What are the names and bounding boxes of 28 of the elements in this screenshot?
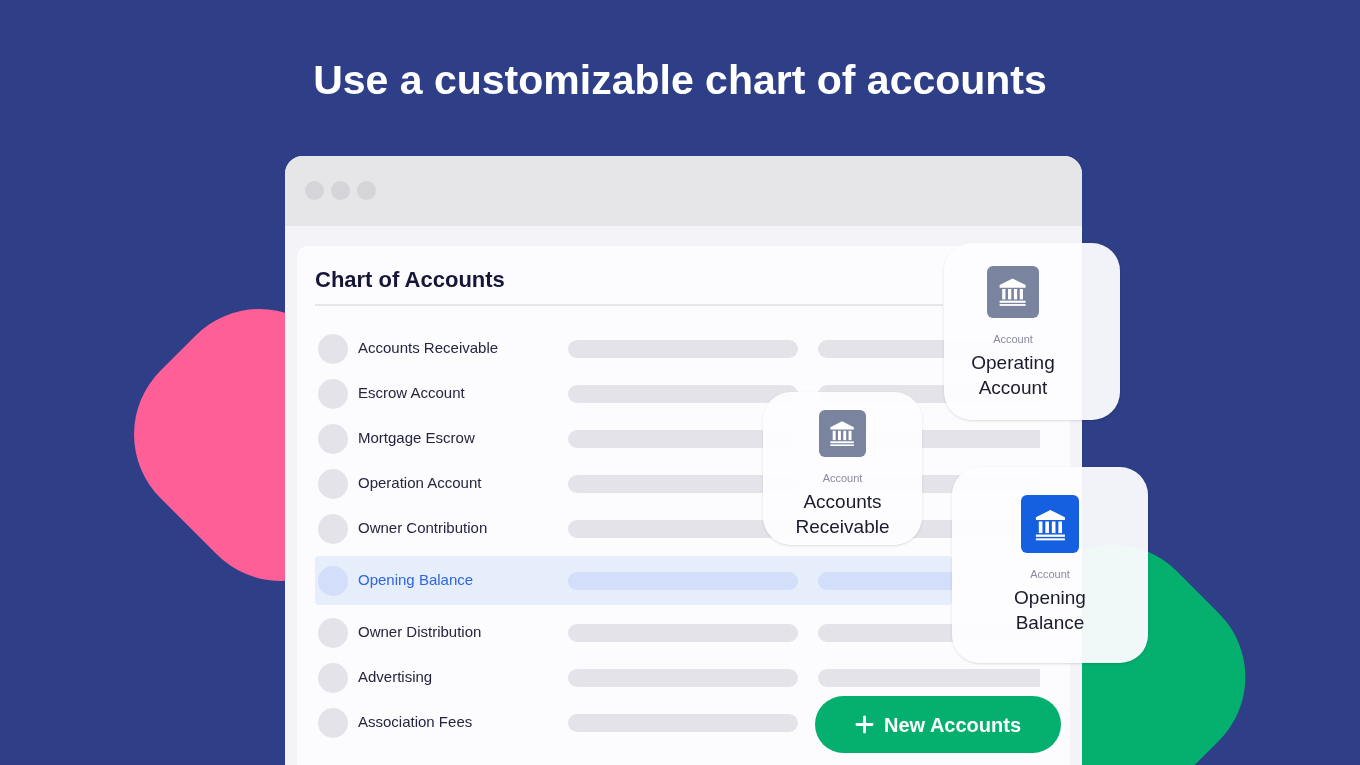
selected-row-highlight[interactable]: Opening Balance	[315, 556, 952, 605]
card-title: Opening Balance	[1013, 586, 1087, 635]
card-caption: Account	[993, 334, 1033, 345]
row-avatar	[318, 423, 348, 454]
account-name: Escrow Account	[358, 383, 466, 404]
account-name: Association Fees	[358, 712, 474, 733]
row-avatar	[318, 513, 348, 544]
account-name: Accounts Receivable	[358, 338, 500, 359]
account-name: Advertising	[358, 667, 434, 688]
card-title: Accounts Receivable	[794, 490, 891, 539]
card-caption: Account	[822, 473, 863, 484]
row-avatar	[318, 617, 348, 648]
row-avatar	[318, 707, 348, 738]
row-avatar	[318, 378, 348, 409]
card-title: Chart of Accounts	[315, 266, 506, 294]
card-caption: Account	[1030, 569, 1070, 580]
account-name: Opening Balance	[358, 570, 475, 591]
account-name: Owner Contribution	[358, 518, 489, 539]
account-name: Mortgage Escrow	[358, 428, 476, 449]
row-avatar	[318, 662, 348, 693]
card-title: Operating Account	[970, 351, 1056, 400]
row-avatar	[318, 333, 348, 364]
plus-icon	[854, 715, 874, 734]
account-name: Owner Distribution	[358, 622, 483, 643]
row-avatar	[318, 468, 348, 499]
page-heading: Use a customizable chart of accounts	[313, 56, 1047, 105]
account-name: Operation Account	[358, 473, 483, 494]
new-accounts-button[interactable]: New Accounts	[815, 696, 1061, 753]
